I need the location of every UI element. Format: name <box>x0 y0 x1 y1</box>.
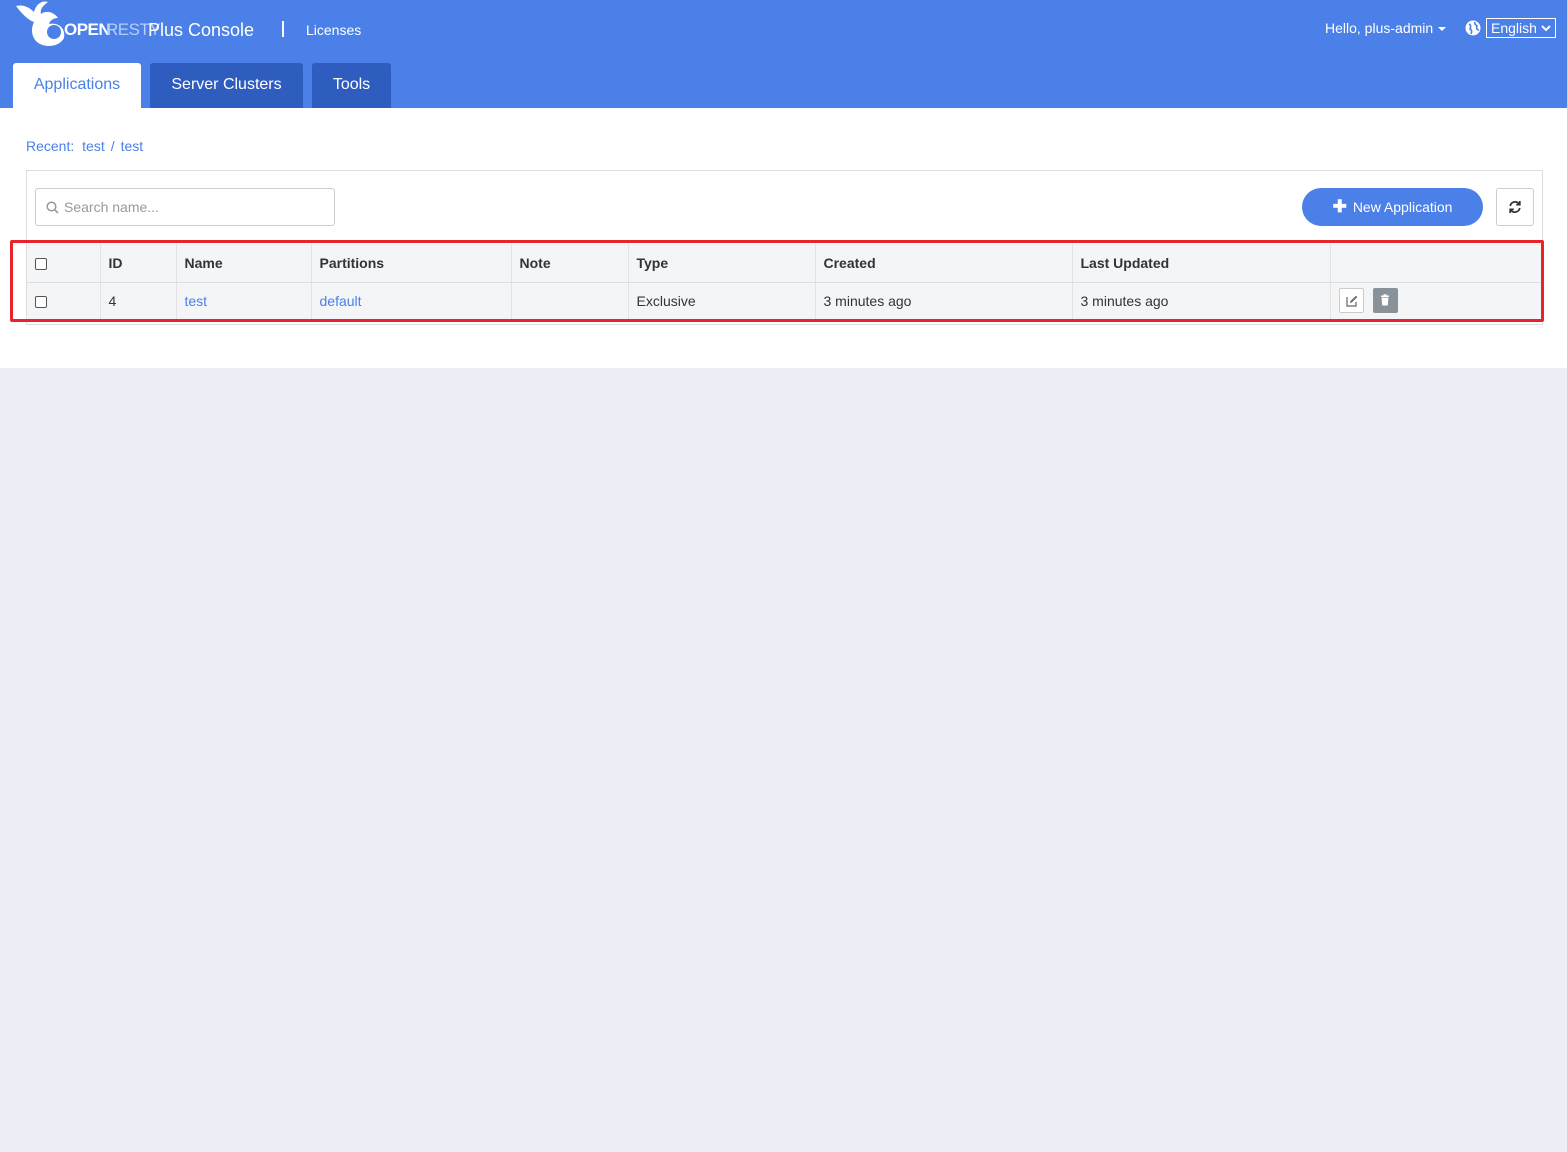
delete-button[interactable] <box>1373 288 1399 314</box>
cell-note <box>511 282 629 319</box>
plus-icon: ✚ <box>1332 197 1347 216</box>
select-all-checkbox[interactable] <box>35 258 47 271</box>
search-box[interactable] <box>35 188 335 226</box>
recent-breadcrumb: Recent: test / test <box>26 138 143 154</box>
column-header-note[interactable]: Note <box>511 244 629 283</box>
tab-tools[interactable]: Tools <box>312 63 391 108</box>
top-navbar: OPEN RESTY Plus Console Licenses Hello, … <box>0 0 1567 108</box>
tab-applications[interactable]: Applications <box>13 63 141 108</box>
cell-name: test <box>176 282 312 319</box>
applications-panel: ✚ New Application ID Name Partitions Note… <box>26 170 1543 325</box>
applications-table: ID Name Partitions Note Type Created Las… <box>27 244 1542 319</box>
app-name-link[interactable]: test <box>185 293 208 309</box>
cell-created: 3 minutes ago <box>815 282 1073 319</box>
search-icon <box>46 201 59 214</box>
cell-actions <box>1330 282 1542 319</box>
globe-icon <box>1465 20 1481 36</box>
table-header-row: ID Name Partitions Note Type Created Las… <box>27 244 1542 283</box>
logo-text-open: OPEN <box>64 20 111 39</box>
column-header-created[interactable]: Created <box>815 244 1073 283</box>
nav-divider <box>282 21 284 37</box>
new-application-button[interactable]: ✚ New Application <box>1302 188 1483 226</box>
refresh-button[interactable] <box>1496 188 1534 226</box>
cell-last-updated: 3 minutes ago <box>1072 282 1331 319</box>
language-value: English <box>1491 20 1537 36</box>
column-header-type[interactable]: Type <box>628 244 816 283</box>
recent-item-app[interactable]: test <box>82 138 105 154</box>
recent-label: Recent: <box>26 138 75 154</box>
partition-link[interactable]: default <box>320 293 362 309</box>
column-header-partitions[interactable]: Partitions <box>311 244 512 283</box>
row-select-cell <box>27 282 101 319</box>
trash-icon <box>1381 294 1390 306</box>
column-header-actions <box>1330 244 1542 283</box>
app-title: Plus Console <box>148 20 255 40</box>
column-header-last-updated[interactable]: Last Updated <box>1072 244 1331 283</box>
select-all-cell <box>27 244 101 283</box>
user-menu[interactable]: Hello, plus-admin <box>1325 20 1447 36</box>
main-content: Recent: test / test ✚ New Application <box>0 108 1567 368</box>
user-greeting: Hello, plus-admin <box>1325 20 1434 36</box>
cell-partitions: default <box>311 282 512 319</box>
recent-item-partition[interactable]: test <box>121 138 144 154</box>
openresty-logo[interactable]: OPEN RESTY Plus Console <box>14 0 258 50</box>
caret-down-icon <box>1438 27 1447 32</box>
chevron-down-icon <box>1541 25 1551 32</box>
edit-button[interactable] <box>1338 288 1364 314</box>
licenses-link[interactable]: Licenses <box>306 22 361 38</box>
breadcrumb-separator: / <box>110 138 115 154</box>
table-row: 4 test default Exclusive 3 minutes ago 3… <box>27 282 1542 319</box>
language-select[interactable]: English <box>1486 18 1556 38</box>
column-header-id[interactable]: ID <box>100 244 177 283</box>
search-input[interactable] <box>64 189 332 225</box>
refresh-icon <box>1509 201 1521 213</box>
row-checkbox[interactable] <box>35 296 47 309</box>
edit-icon <box>1345 296 1357 307</box>
new-application-label: New Application <box>1352 199 1453 215</box>
cell-type: Exclusive <box>628 282 816 319</box>
cell-id: 4 <box>100 282 177 319</box>
tab-server-clusters[interactable]: Server Clusters <box>150 63 303 108</box>
column-header-name[interactable]: Name <box>176 244 312 283</box>
